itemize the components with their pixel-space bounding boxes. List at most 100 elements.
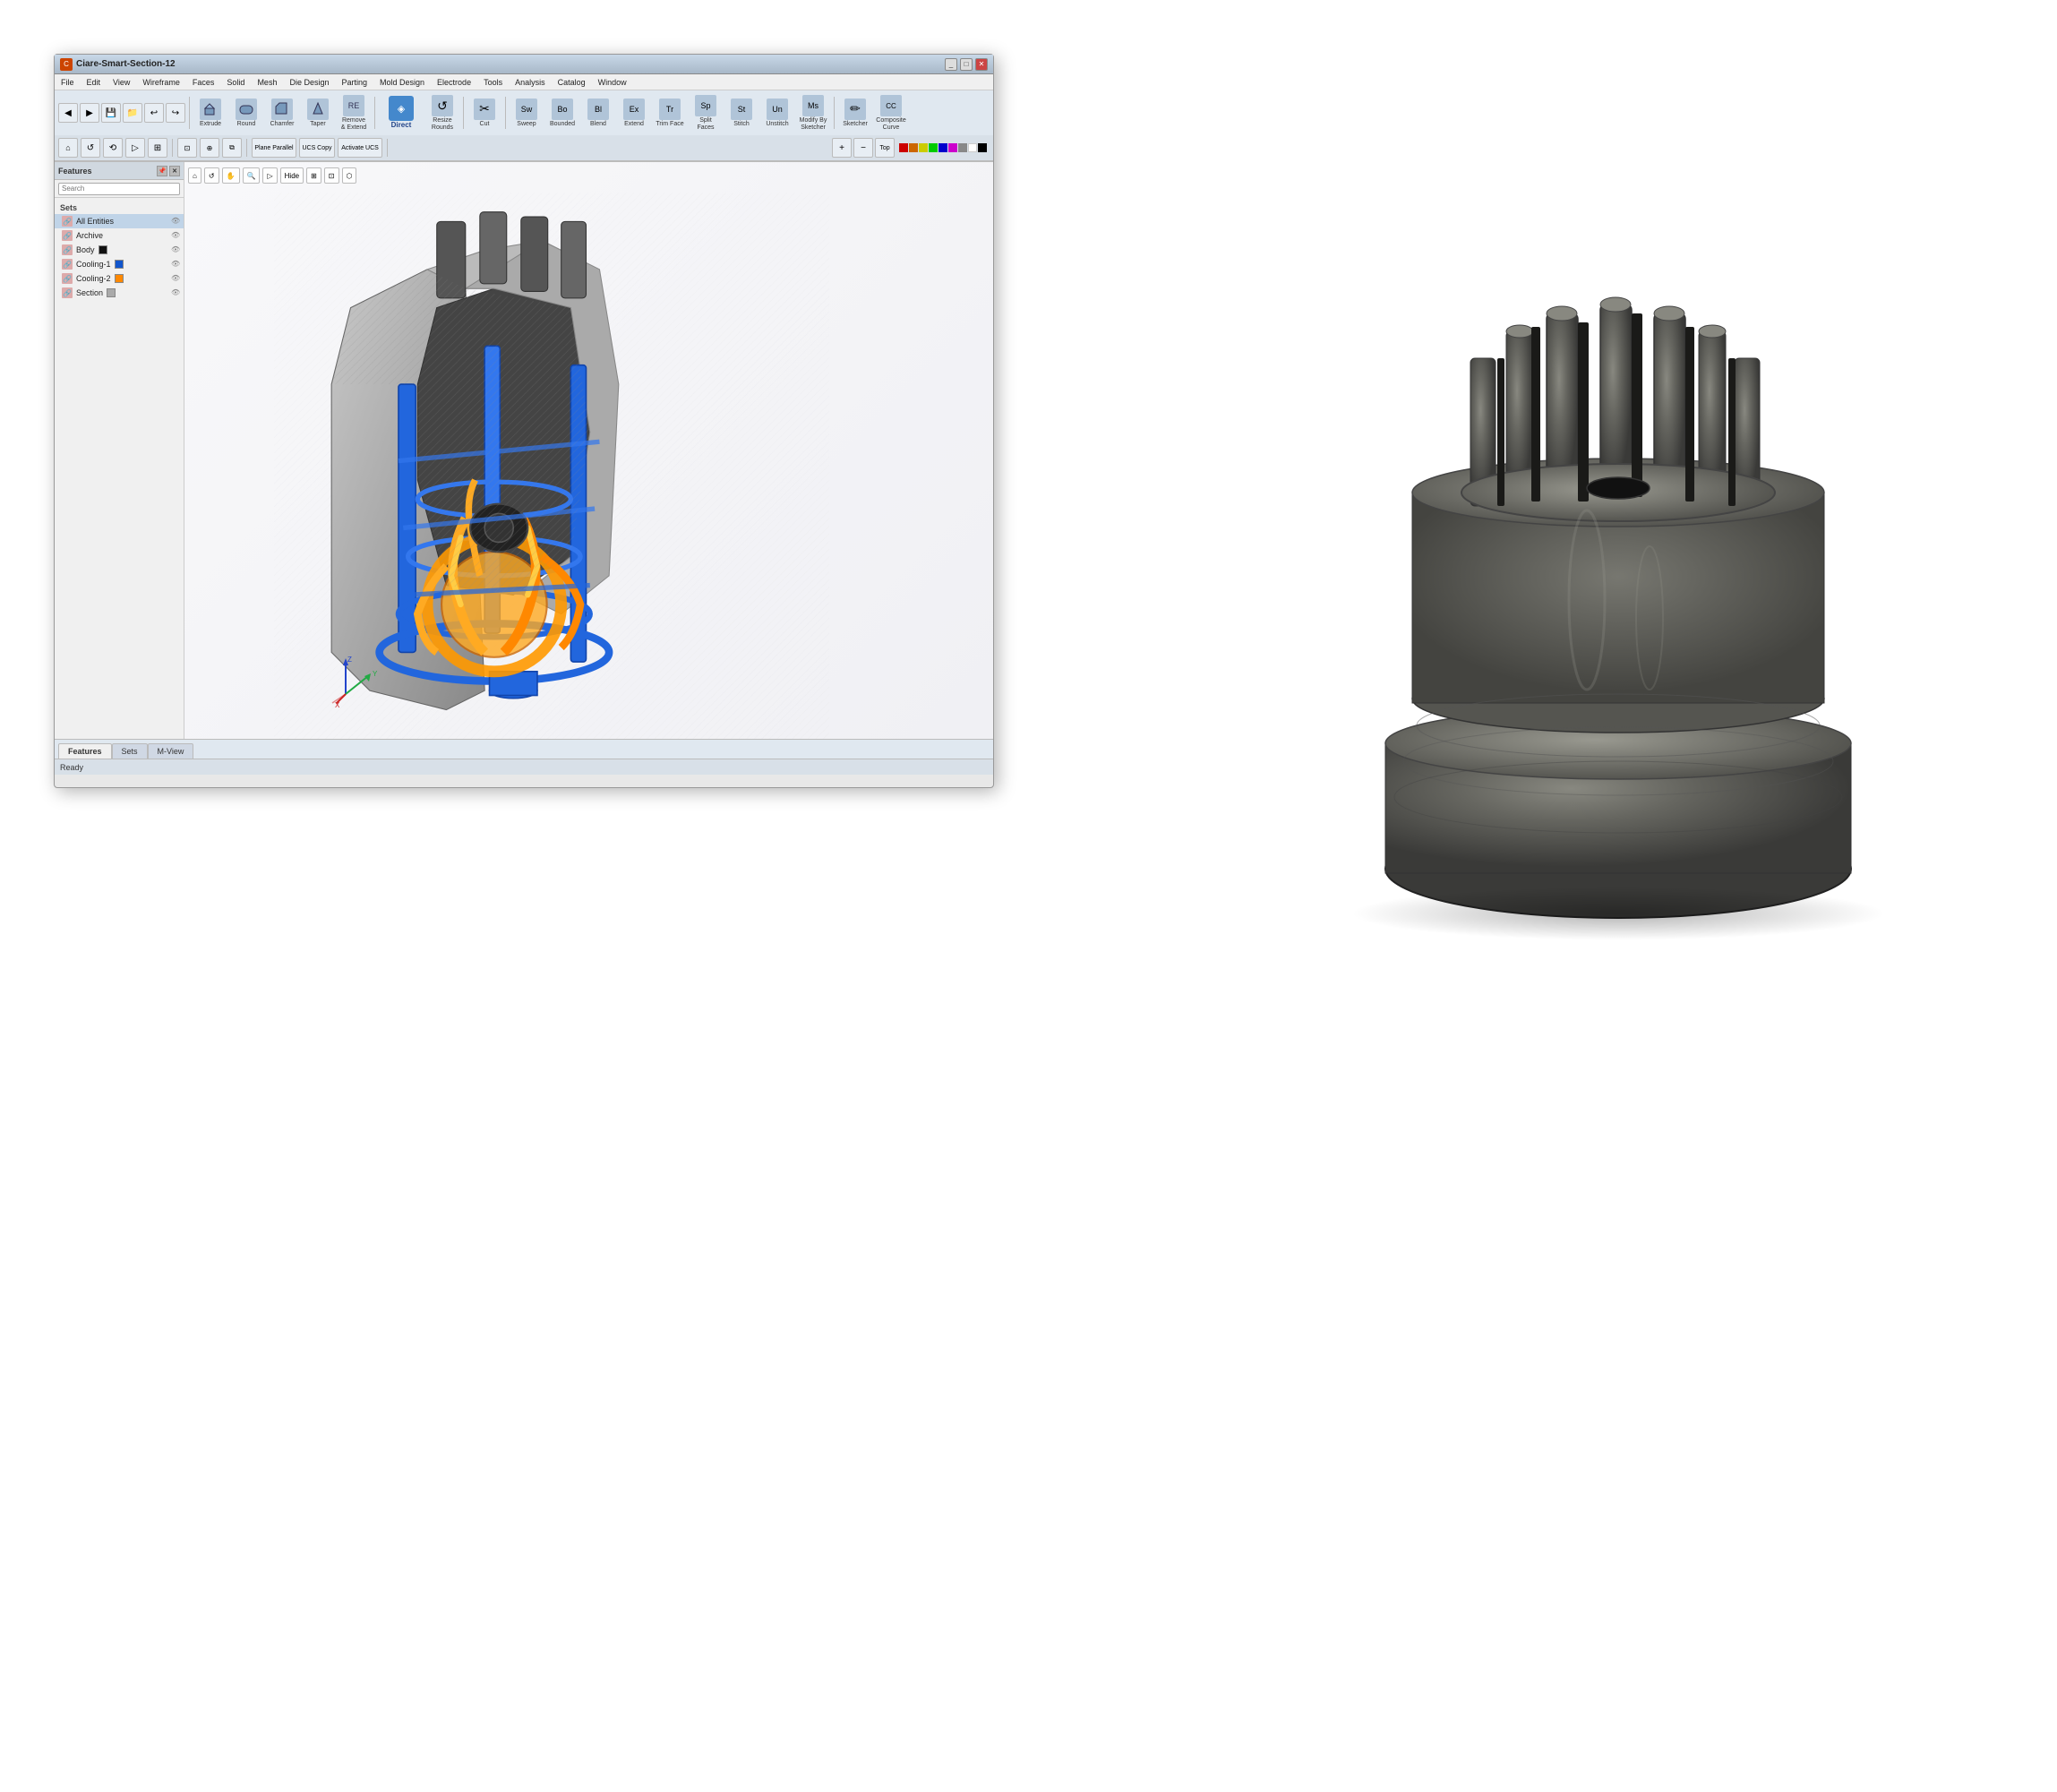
menu-file[interactable]: File: [58, 78, 77, 87]
menu-die-design[interactable]: Die Design: [287, 78, 331, 87]
vt-hide[interactable]: Hide: [280, 167, 304, 184]
vt-pan[interactable]: ✋: [222, 167, 240, 184]
activate-ucs-btn[interactable]: Activate UCS: [338, 138, 382, 158]
archive-visibility[interactable]: 👁: [171, 231, 180, 240]
bounded-label: Bounded: [550, 121, 575, 128]
nav-btn-3[interactable]: ⟲: [103, 138, 123, 158]
toolbar-sweep[interactable]: Sw Sweep: [510, 96, 544, 131]
tree-item-section[interactable]: 🔗 Section 👁: [55, 286, 184, 300]
resize-rounds-label: Resize Rounds: [428, 117, 457, 131]
toolbar-extrude[interactable]: Extrude: [193, 96, 227, 131]
tab-sets[interactable]: Sets: [112, 743, 148, 759]
physical-part-svg: [1282, 242, 1954, 940]
all-entities-visibility[interactable]: 👁: [171, 217, 180, 226]
toolbar-chamfer[interactable]: Chamfer: [265, 96, 299, 131]
menu-faces[interactable]: Faces: [190, 78, 218, 87]
menu-wireframe[interactable]: Wireframe: [140, 78, 183, 87]
toolbar-modify-sketcher[interactable]: Ms Modify By Sketcher: [796, 92, 830, 133]
menu-edit[interactable]: Edit: [84, 78, 104, 87]
vt-wireframe[interactable]: ⬡: [342, 167, 357, 184]
toolbar-save-btn[interactable]: 💾: [101, 103, 121, 123]
toolbar-blend[interactable]: Bl Blend: [581, 96, 615, 131]
nav-btn-1[interactable]: ⌂: [58, 138, 78, 158]
toolbar-unstitch[interactable]: Un Unstitch: [760, 96, 794, 131]
nav-btn-4[interactable]: ▷: [125, 138, 145, 158]
toolbar-stitch[interactable]: St Stitch: [724, 96, 759, 131]
color-green: [929, 143, 938, 152]
close-button[interactable]: ✕: [975, 58, 988, 71]
vt-snap[interactable]: ⊡: [324, 167, 339, 184]
cooling1-label: Cooling-1: [76, 260, 111, 269]
toolbar-extend[interactable]: Ex Extend: [617, 96, 651, 131]
toolbar-cut[interactable]: ✂ Cut: [467, 96, 501, 131]
color-purple: [948, 143, 957, 152]
menu-solid[interactable]: Solid: [224, 78, 247, 87]
toolbar-bounded[interactable]: Bo Bounded: [545, 96, 579, 131]
part-shadow: [1350, 887, 1887, 940]
vt-select[interactable]: ▷: [262, 167, 277, 184]
tab-features[interactable]: Features: [58, 743, 112, 759]
search-box: [55, 180, 184, 198]
nav-btn-5[interactable]: ⊞: [148, 138, 167, 158]
panel-pin-btn[interactable]: 📌: [157, 166, 167, 176]
cooling1-visibility[interactable]: 👁: [171, 260, 180, 269]
tree-item-body[interactable]: 🔗 Body 👁: [55, 243, 184, 257]
toolbar-fwd-btn[interactable]: ▶: [80, 103, 99, 123]
maximize-button[interactable]: □: [960, 58, 973, 71]
section-visibility[interactable]: 👁: [171, 288, 180, 297]
toolbar-split-faces[interactable]: Sp Split Faces: [689, 92, 723, 133]
tree-item-cooling2[interactable]: 🔗 Cooling-2 👁: [55, 271, 184, 286]
tab-mview[interactable]: M-View: [148, 743, 194, 759]
left-panel: Features 📌 ✕ Sets 🔗 All Entities 👁 🔗: [55, 162, 184, 739]
toolbar-taper[interactable]: Taper: [301, 96, 335, 131]
menu-catalog[interactable]: Catalog: [555, 78, 588, 87]
extrude-label: Extrude: [200, 121, 221, 128]
vt-rotate[interactable]: ↺: [204, 167, 219, 184]
menu-view[interactable]: View: [110, 78, 133, 87]
toolbar-trim-face[interactable]: Tr Trim Face: [653, 96, 687, 131]
toolbar-area: ◀ ▶ 💾 📁 ↩ ↪ Extrude: [55, 90, 993, 162]
tree-item-all-entities[interactable]: 🔗 All Entities 👁: [55, 214, 184, 228]
toolbar-open-btn[interactable]: 📁: [123, 103, 142, 123]
svg-text:Z: Z: [347, 656, 352, 664]
plane-parallel-btn[interactable]: Plane Parallel: [252, 138, 296, 158]
toolbar-composite-curve[interactable]: CC Composite Curve: [874, 92, 908, 133]
toolbar-sketcher[interactable]: ✏ Sketcher: [838, 96, 872, 131]
view-iso-btn[interactable]: ⧉: [222, 138, 242, 158]
toolbar-divider-3: [463, 97, 464, 129]
panel-close-btn[interactable]: ✕: [169, 166, 180, 176]
toolbar-back-btn[interactable]: ◀: [58, 103, 78, 123]
menu-electrode[interactable]: Electrode: [434, 78, 474, 87]
toolbar-resize-rounds[interactable]: ↺ Resize Rounds: [425, 92, 459, 133]
menu-mesh[interactable]: Mesh: [254, 78, 279, 87]
zoom-out-btn[interactable]: −: [853, 138, 873, 158]
toolbar-round[interactable]: Round: [229, 96, 263, 131]
zoom-in-btn[interactable]: +: [832, 138, 852, 158]
toolbar-undo-btn[interactable]: ↩: [144, 103, 164, 123]
menu-analysis[interactable]: Analysis: [512, 78, 548, 87]
toolbar-remove-extend[interactable]: RE Remove & Extend: [337, 92, 371, 133]
tree-item-archive[interactable]: 🔗 Archive 👁: [55, 228, 184, 243]
vt-grid[interactable]: ⊞: [306, 167, 321, 184]
view-fit-btn[interactable]: ⊡: [177, 138, 197, 158]
toolbar-redo-btn[interactable]: ↪: [166, 103, 185, 123]
unstitch-icon: Un: [767, 99, 788, 120]
view-zoom-btn[interactable]: ⊕: [200, 138, 219, 158]
menu-window[interactable]: Window: [596, 78, 630, 87]
toolbar-direct-modeling[interactable]: ◈ Direct: [379, 93, 424, 133]
vt-home[interactable]: ⌂: [188, 167, 201, 184]
cooling2-visibility[interactable]: 👁: [171, 274, 180, 283]
nav-btn-2[interactable]: ↺: [81, 138, 100, 158]
top-view-btn[interactable]: Top: [875, 138, 895, 158]
tree-item-cooling1[interactable]: 🔗 Cooling-1 👁: [55, 257, 184, 271]
menu-tools[interactable]: Tools: [481, 78, 505, 87]
vt-zoom[interactable]: 🔍: [243, 167, 261, 184]
ucs-copy-btn[interactable]: UCS Copy: [299, 138, 335, 158]
search-input[interactable]: [58, 183, 180, 195]
viewport[interactable]: ⌂ ↺ ✋ 🔍 ▷ Hide ⊞ ⊡ ⬡: [184, 162, 993, 739]
main-area: Features 📌 ✕ Sets 🔗 All Entities 👁 🔗: [55, 162, 993, 739]
minimize-button[interactable]: _: [945, 58, 957, 71]
menu-parting[interactable]: Parting: [339, 78, 370, 87]
menu-mold-design[interactable]: Mold Design: [377, 78, 427, 87]
body-visibility[interactable]: 👁: [171, 245, 180, 254]
